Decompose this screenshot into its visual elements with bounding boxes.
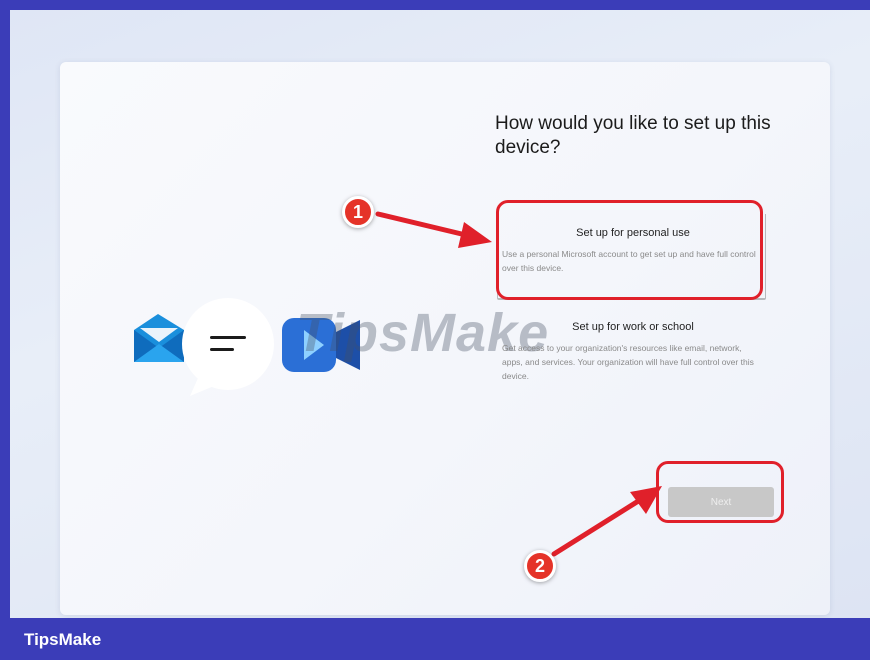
option-title: Set up for work or school — [572, 321, 694, 333]
chat-bubble-icon — [182, 298, 274, 396]
footer-bar: TipsMake — [0, 620, 870, 660]
arrow-to-next-button — [551, 486, 662, 557]
setup-card: TipsMake How would you like to set up th… — [60, 62, 830, 615]
page-title: How would you like to set up this device… — [495, 113, 771, 158]
option-description: Get access to your organization's resour… — [502, 343, 754, 381]
mail-icon — [134, 314, 184, 362]
oobe-screen: TipsMake How would you like to set up th… — [10, 10, 870, 618]
highlight-box-next — [656, 461, 784, 523]
footer-brand: TipsMake — [24, 630, 102, 649]
highlight-box-personal — [496, 200, 763, 300]
step-badge-1: 1 — [342, 196, 374, 228]
step-badge-2: 2 — [524, 550, 556, 582]
arrow-to-personal-option — [375, 211, 492, 248]
option-work-or-school[interactable]: Set up for work or school Get access to … — [502, 321, 764, 383]
